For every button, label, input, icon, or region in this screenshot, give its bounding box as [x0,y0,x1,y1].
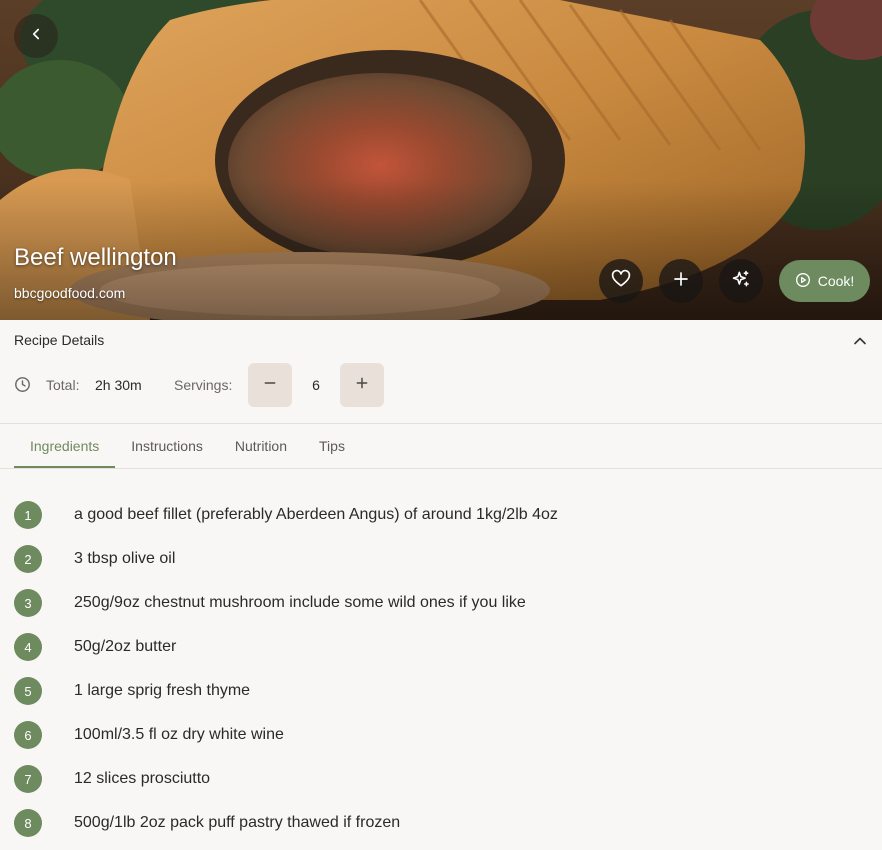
recipe-source[interactable]: bbcgoodfood.com [14,285,125,301]
tab-instructions[interactable]: Instructions [115,424,219,468]
back-icon [27,25,45,48]
step-number-badge: 3 [14,589,42,617]
total-time-label: Total: [46,377,80,393]
ingredient-text: 500g/1lb 2oz pack puff pastry thawed if … [74,814,401,831]
ingredient-item: 4 50g/2oz butter [0,626,882,670]
clock-icon [14,376,31,393]
ingredient-item: 1 a good beef fillet (preferably Aberdee… [0,494,882,538]
ingredient-text: 12 slices prosciutto [74,770,211,787]
cook-button[interactable]: Cook! [779,260,870,302]
collapse-details-button[interactable] [850,331,870,351]
decrease-servings-button[interactable] [248,363,292,407]
cook-button-label: Cook! [817,273,855,289]
step-number-badge: 2 [14,545,42,573]
ingredient-item: 8 500g/1lb 2oz pack puff pastry thawed i… [0,802,882,846]
ai-assist-button[interactable] [719,259,763,303]
tab-ingredients[interactable]: Ingredients [14,424,116,468]
chevron-up-icon [850,337,870,355]
heart-icon [611,269,631,294]
plus-icon [354,375,370,396]
ingredient-item: 7 12 slices prosciutto [0,758,882,802]
step-number-badge: 7 [14,765,42,793]
increase-servings-button[interactable] [340,363,384,407]
plus-icon [672,270,690,293]
hero-image: Beef wellington bbcgoodfood.com Cook! [0,0,882,320]
ingredient-item: 3 250g/9oz chestnut mushroom include som… [0,582,882,626]
step-number-badge: 6 [14,721,42,749]
play-circle-icon [795,272,811,291]
step-number-badge: 1 [14,501,42,529]
recipe-title: Beef wellington [14,244,177,271]
add-button[interactable] [659,259,703,303]
ingredient-text: 3 tbsp olive oil [74,550,176,567]
servings-value: 6 [312,377,320,393]
step-number-badge: 8 [14,809,42,837]
step-number-badge: 5 [14,677,42,705]
back-button[interactable] [14,14,58,58]
minus-icon [262,375,278,396]
tab-tips[interactable]: Tips [303,424,361,468]
ingredients-list: 1 a good beef fillet (preferably Aberdee… [0,494,882,846]
recipe-details-heading: Recipe Details [14,332,105,348]
recipe-tabs: Ingredients Instructions Nutrition Tips [14,424,361,468]
ingredient-text: a good beef fillet (preferably Aberdeen … [74,506,558,523]
servings-label: Servings: [174,377,233,393]
ingredient-text: 1 large sprig fresh thyme [74,682,251,699]
total-time-value: 2h 30m [95,377,142,393]
tab-nutrition[interactable]: Nutrition [219,424,303,468]
ingredient-item: 2 3 tbsp olive oil [0,538,882,582]
ingredient-item: 5 1 large sprig fresh thyme [0,670,882,714]
sparkles-icon [731,269,751,294]
ingredient-text: 50g/2oz butter [74,638,177,655]
tabs-divider [0,468,882,469]
ingredient-text: 250g/9oz chestnut mushroom include some … [74,594,526,611]
ingredient-text: 100ml/3.5 fl oz dry white wine [74,726,284,743]
step-number-badge: 4 [14,633,42,661]
favorite-button[interactable] [599,259,643,303]
ingredient-item: 6 100ml/3.5 fl oz dry white wine [0,714,882,758]
